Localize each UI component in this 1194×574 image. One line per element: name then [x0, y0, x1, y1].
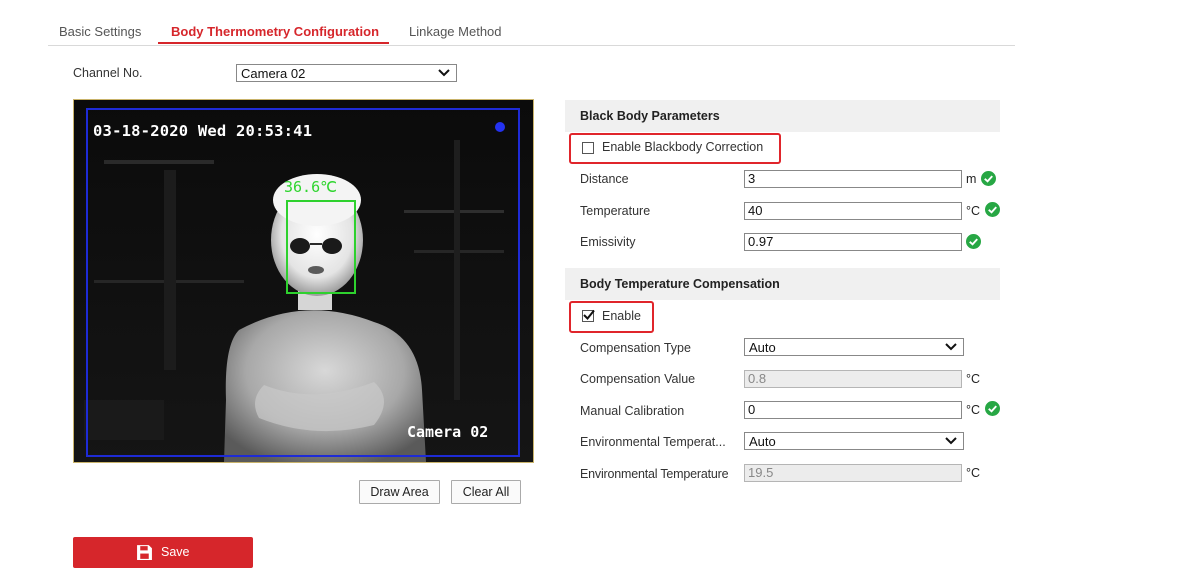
- draw-area-button[interactable]: Draw Area: [359, 480, 440, 504]
- black-body-section-header: Black Body Parameters: [565, 100, 1000, 132]
- compensation-type-label: Compensation Type: [580, 341, 691, 355]
- channel-select-value: Camera 02: [241, 66, 306, 81]
- emissivity-input[interactable]: 0.97: [744, 233, 962, 251]
- tab-linkage-method[interactable]: Linkage Method: [409, 24, 502, 39]
- manual-calibration-unit: °C: [966, 403, 981, 417]
- tab-divider: [48, 45, 1015, 46]
- check-circle-icon: [985, 401, 1000, 416]
- temperature-label: Temperature: [580, 204, 651, 218]
- blackbody-correction-checkbox[interactable]: [582, 142, 594, 154]
- recording-indicator: [495, 122, 505, 132]
- env-temp-mode-value: Auto: [749, 434, 776, 449]
- env-temp-unit: °C: [966, 466, 981, 480]
- chevron-down-icon: [945, 343, 957, 351]
- tab-body-thermometry-configuration[interactable]: Body Thermometry Configuration: [171, 24, 379, 39]
- env-temp-label: Environmental Temperature: [580, 467, 729, 481]
- channel-select[interactable]: Camera 02: [236, 64, 457, 82]
- env-temp-mode-label: Environmental Temperat...: [580, 435, 726, 449]
- tab-basic-settings[interactable]: Basic Settings: [59, 24, 141, 39]
- manual-calibration-label: Manual Calibration: [580, 404, 685, 418]
- distance-label: Distance: [580, 172, 629, 186]
- manual-calibration-input[interactable]: 0: [744, 401, 962, 419]
- channel-label: Channel No.: [73, 66, 143, 80]
- check-circle-icon: [985, 202, 1000, 217]
- save-button[interactable]: Save: [73, 537, 253, 568]
- active-tab-indicator: [158, 42, 389, 44]
- blackbody-correction-label: Enable Blackbody Correction: [602, 140, 764, 154]
- osd-timestamp: 03-18-2020 Wed 20:53:41: [93, 122, 313, 140]
- chevron-down-icon: [945, 437, 957, 445]
- compensation-type-select[interactable]: Auto: [744, 338, 964, 356]
- chevron-down-icon: [438, 69, 450, 77]
- distance-input[interactable]: 3: [744, 170, 962, 188]
- osd-camera-label: Camera 02: [407, 423, 489, 441]
- check-circle-icon: [981, 171, 996, 186]
- env-temp-mode-select[interactable]: Auto: [744, 432, 964, 450]
- emissivity-label: Emissivity: [580, 235, 636, 249]
- compensation-value-unit: °C: [966, 372, 981, 386]
- compensation-enable-label: Enable: [602, 309, 641, 323]
- temperature-input[interactable]: 40: [744, 202, 962, 220]
- face-temperature-label: 36.6℃: [284, 178, 337, 196]
- compensation-title: Body Temperature Compensation: [580, 277, 780, 291]
- save-label: Save: [161, 545, 190, 559]
- compensation-type-value: Auto: [749, 340, 776, 355]
- compensation-enable-checkbox[interactable]: [582, 309, 595, 322]
- live-preview[interactable]: 03-18-2020 Wed 20:53:41 36.6℃ Camera 02: [73, 99, 534, 463]
- temperature-unit: °C: [966, 204, 981, 218]
- compensation-value-label: Compensation Value: [580, 372, 696, 386]
- face-detection-box: [286, 200, 356, 294]
- compensation-section-header: Body Temperature Compensation: [565, 268, 1000, 300]
- black-body-title: Black Body Parameters: [580, 109, 720, 123]
- distance-unit: m: [966, 172, 977, 186]
- checkmark-icon: [583, 309, 595, 320]
- check-circle-icon: [966, 234, 981, 249]
- env-temp-input: 19.5: [744, 464, 962, 482]
- compensation-value-input: 0.8: [744, 370, 962, 388]
- clear-all-button[interactable]: Clear All: [451, 480, 521, 504]
- floppy-disk-icon: [137, 545, 152, 560]
